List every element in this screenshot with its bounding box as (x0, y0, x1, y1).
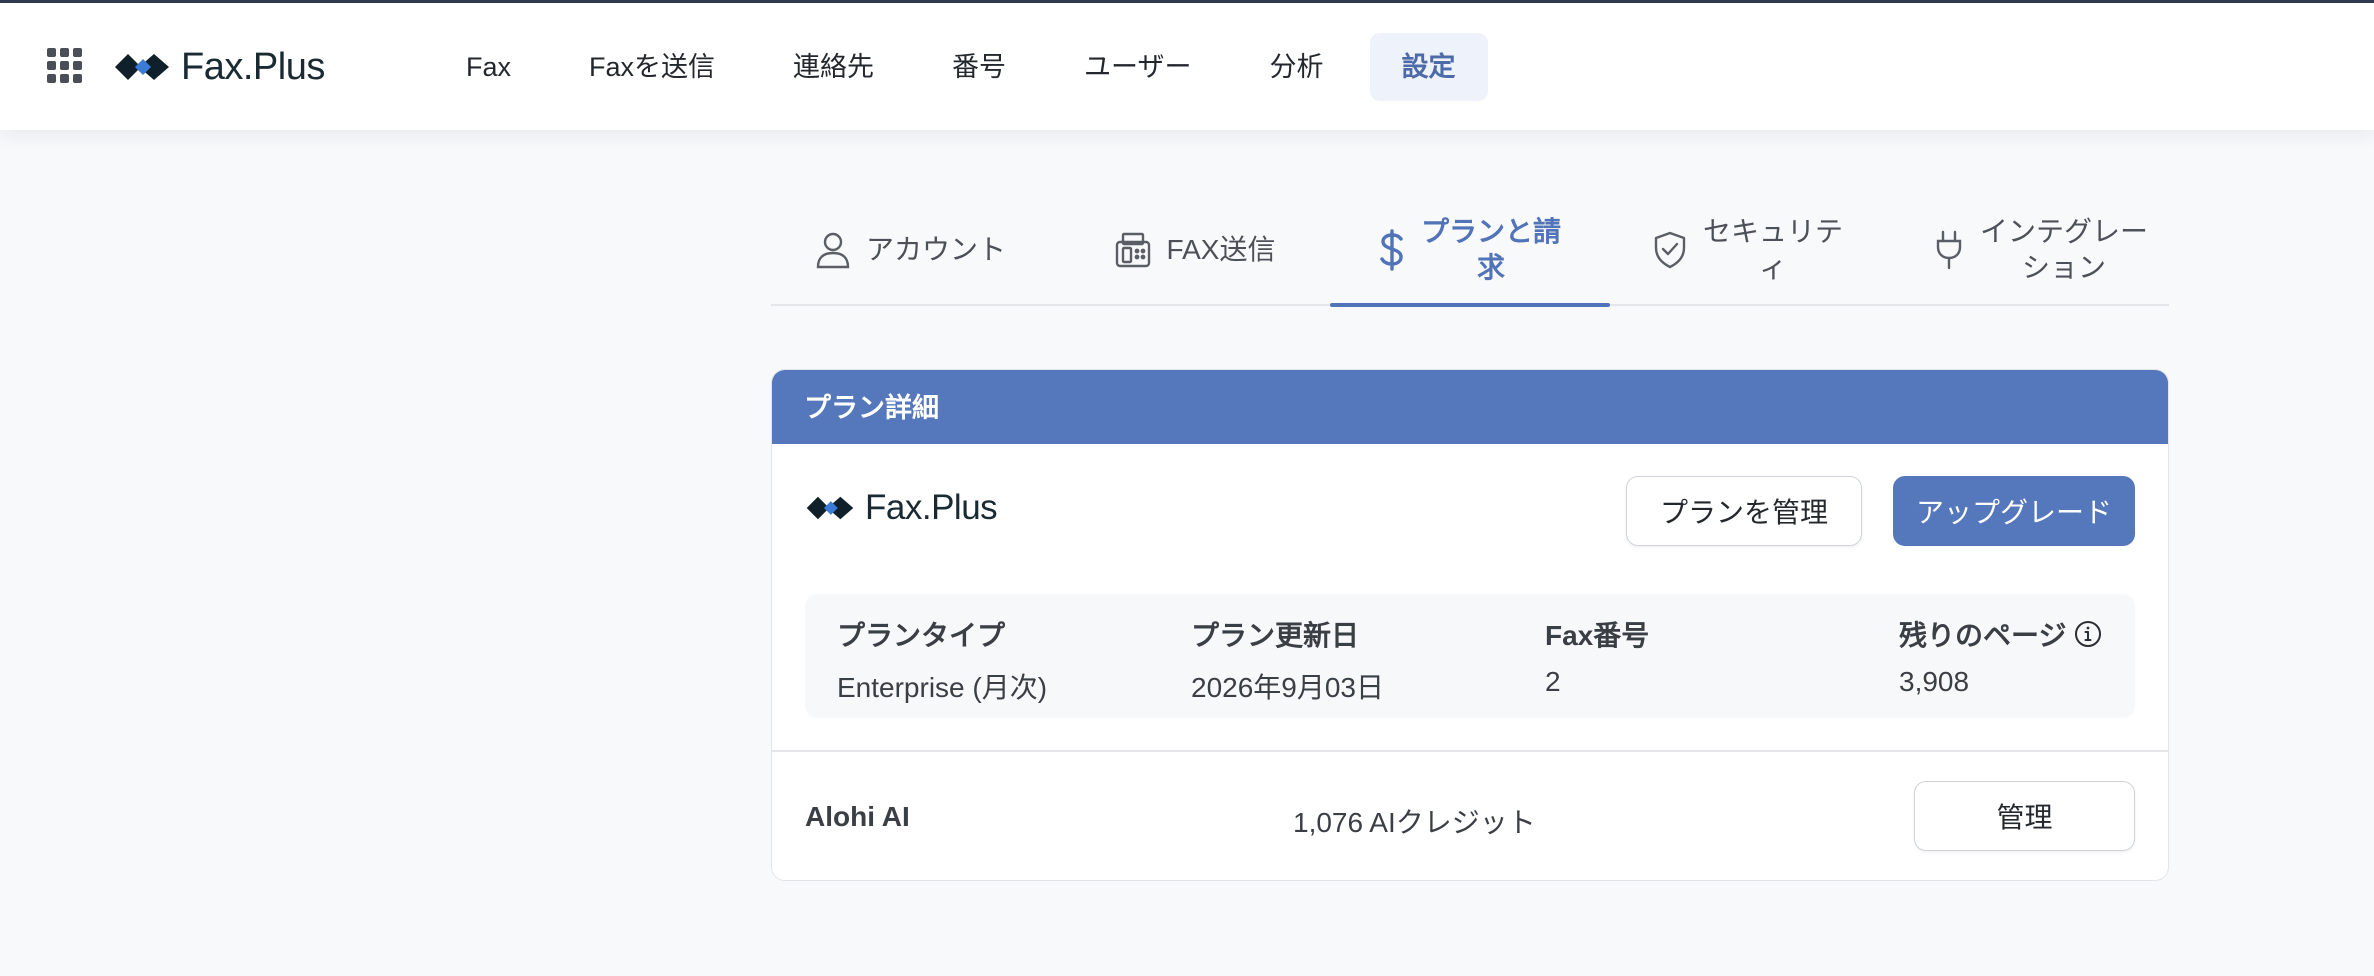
renewal-date-label: プラン更新日 (1191, 620, 1360, 651)
user-icon (816, 232, 850, 269)
nav-item-contacts[interactable]: 連絡先 (767, 33, 900, 101)
card-brand-logo: Fax.Plus (805, 488, 998, 528)
nav-item-settings[interactable]: 設定 (1369, 33, 1488, 101)
brand-logo[interactable]: Fax.Plus (113, 45, 325, 89)
tab-plan-billing-label-line2: 求 (1476, 252, 1505, 283)
nav-item-users[interactable]: ユーザー (1058, 33, 1217, 101)
tab-integrations-label-line1: インテグレー (1979, 216, 2148, 247)
alohi-ai-label: Alohi AI (805, 801, 910, 832)
renewal-date-column: プラン更新日 2026年9月03日 (1191, 614, 1384, 706)
ai-credits-value: 1,076 AIクレジット (1293, 807, 1536, 838)
plan-type-column: プランタイプ Enterprise (月次) (837, 614, 1047, 706)
plug-icon (1936, 230, 1962, 270)
plan-details-header: プラン詳細 (772, 370, 2168, 444)
tab-integrations-label-line2: ション (2021, 252, 2106, 283)
tab-plan-billing-label-line1: プランと請 (1420, 216, 1561, 247)
nav-item-numbers[interactable]: 番号 (926, 33, 1032, 101)
upgrade-button[interactable]: アップグレード (1893, 476, 2135, 546)
manage-ai-button[interactable]: 管理 (1914, 781, 2135, 851)
tab-plan-billing-label: プランと請 求 (1421, 214, 1561, 286)
plan-type-value: Enterprise (月次) (837, 672, 1048, 703)
tab-integrations-label: インテグレー ション (1980, 214, 2148, 286)
nav-item-send-fax[interactable]: Faxを送信 (563, 33, 741, 101)
plan-details-summary: プランタイプ Enterprise (月次) プラン更新日 2026年9月03日… (805, 594, 2135, 718)
shield-check-icon (1654, 231, 1686, 269)
card-brand-name: Fax.Plus (865, 488, 998, 527)
tab-security-label-line2: ィ (1758, 252, 1787, 283)
dollar-icon (1380, 229, 1403, 271)
faxplus-logo-icon (115, 54, 169, 80)
tab-fax-sending[interactable]: FAX送信 (1110, 196, 1280, 304)
brand-name: Fax.Plus (181, 45, 325, 88)
tab-account-label: アカウント (865, 234, 1006, 265)
tab-security[interactable]: セキュリテ ィ (1637, 196, 1859, 304)
tab-fax-sending-label: FAX送信 (1166, 234, 1276, 265)
tab-account[interactable]: アカウント (811, 196, 1011, 304)
nav-item-fax[interactable]: Fax (440, 33, 537, 101)
fax-machine-icon (1115, 232, 1150, 268)
fax-numbers-label: Fax番号 (1545, 620, 1650, 651)
tab-security-label: セキュリテ ィ (1703, 214, 1843, 286)
remaining-pages-label: 残りのページ (1899, 620, 2067, 651)
renewal-date-value: 2026年9月03日 (1191, 672, 1385, 703)
fax-numbers-column: Fax番号 2 (1545, 614, 1649, 698)
remaining-pages-value: 3,908 (1899, 666, 1970, 697)
tab-plan-billing[interactable]: プランと請 求 (1330, 196, 1610, 307)
apps-grid-icon[interactable] (47, 48, 83, 84)
remaining-pages-label-row: 残りのページ (1899, 614, 2102, 654)
manage-plan-button[interactable]: プランを管理 (1626, 476, 1862, 546)
tab-integrations[interactable]: インテグレー ション (1916, 196, 2166, 304)
info-icon[interactable] (2074, 620, 2102, 648)
nav-item-analytics[interactable]: 分析 (1244, 33, 1350, 101)
tab-security-label-line1: セキュリテ (1702, 216, 1843, 247)
fax-numbers-value: 2 (1545, 666, 1561, 697)
faxplus-logo-icon (806, 496, 854, 520)
settings-tabs: アカウント FAX送信 プランと請 求 セキュリテ ィ インテグレー ション (771, 196, 2169, 307)
plan-details-card: プラン詳細 Fax.Plus プランを管理 アップグレード プランタイプ Ent… (771, 369, 2169, 881)
main-nav: Fax Faxを送信 連絡先 番号 ユーザー 分析 設定 (440, 33, 1514, 101)
remaining-pages-column: 残りのページ 3,908 (1899, 614, 2102, 698)
plan-type-label: プランタイプ (837, 620, 1006, 651)
top-navigation-bar: Fax.Plus Fax Faxを送信 連絡先 番号 ユーザー 分析 設定 (0, 3, 2374, 130)
card-divider (772, 750, 2168, 752)
